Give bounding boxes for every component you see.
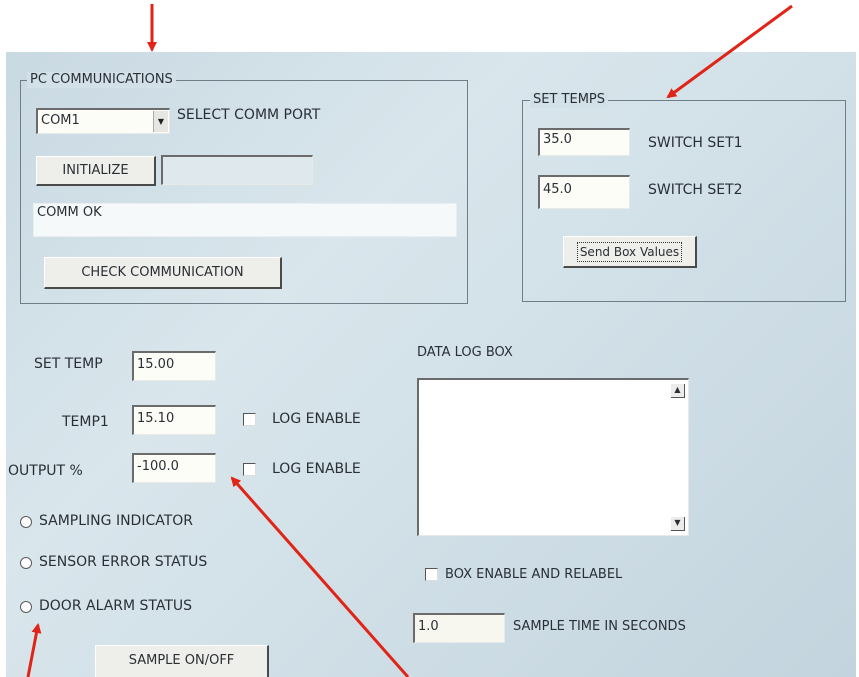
arrow-door-alarm xyxy=(26,623,42,677)
arrow-set-temps xyxy=(666,4,793,99)
arrow-output xyxy=(230,476,410,677)
annotation-arrows xyxy=(26,4,793,677)
